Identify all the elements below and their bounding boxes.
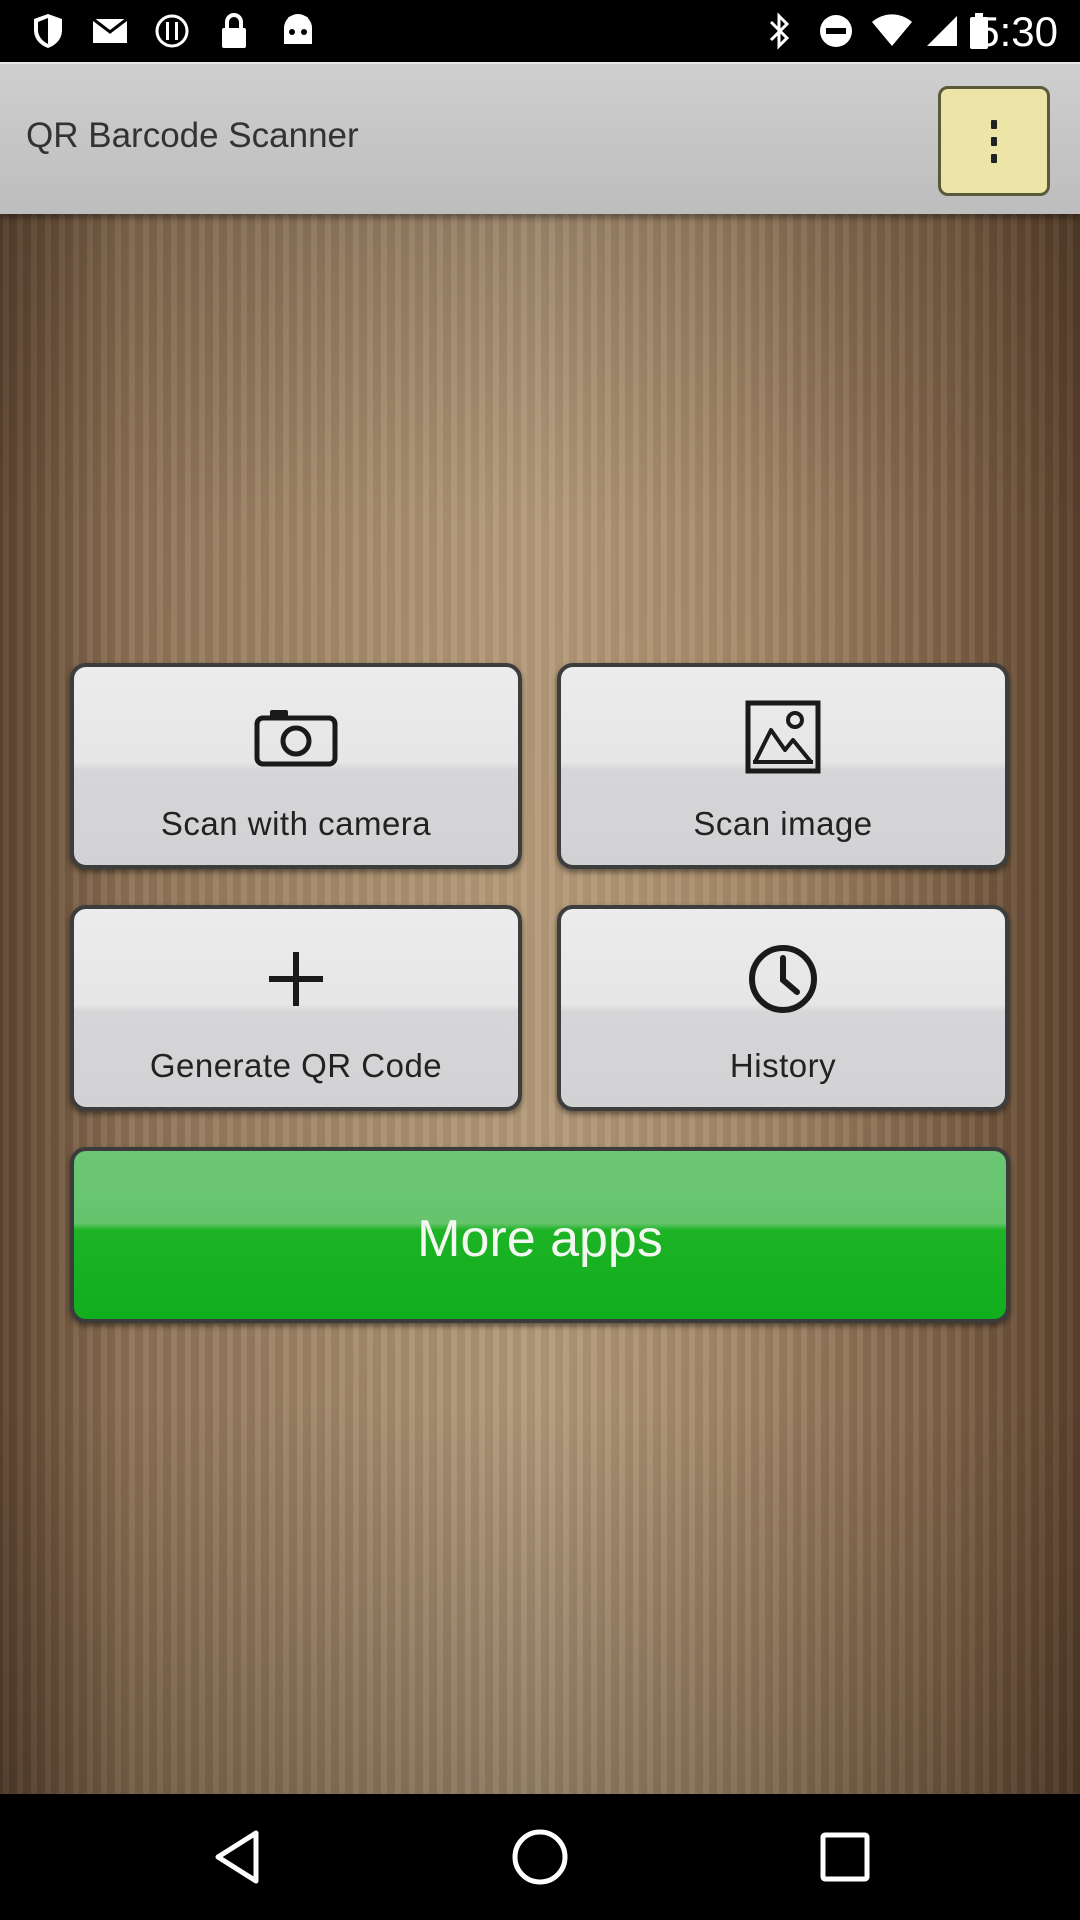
signal-icon (924, 12, 960, 50)
camera-icon (251, 697, 341, 777)
generate-qr-code-button[interactable]: Generate QR Code (70, 905, 522, 1111)
home-icon[interactable] (507, 1824, 573, 1890)
plus-icon (251, 939, 341, 1019)
overflow-menu-button[interactable] (938, 86, 1050, 196)
image-icon (738, 697, 828, 777)
scan-image-button[interactable]: Scan image (557, 663, 1009, 869)
wifi-icon (870, 12, 914, 50)
more-apps-button[interactable]: More apps (70, 1147, 1010, 1323)
scan-with-camera-button[interactable]: Scan with camera (70, 663, 522, 869)
history-button[interactable]: History (557, 905, 1009, 1111)
bluetooth-icon (762, 12, 798, 50)
clock-time: 5:30 (976, 8, 1058, 55)
clock-icon (738, 939, 828, 1019)
navigation-bar (0, 1794, 1080, 1920)
recents-icon[interactable] (812, 1824, 878, 1890)
app-title: QR Barcode Scanner (26, 116, 359, 155)
info-icon (152, 12, 192, 50)
shield-icon (28, 12, 68, 50)
mail-icon (90, 12, 130, 50)
do-not-disturb-icon (816, 12, 856, 50)
tile-label: History (729, 1047, 837, 1084)
android-icon (278, 12, 318, 50)
lock-icon (214, 12, 254, 50)
tile-label: Scan with camera (160, 805, 432, 842)
tile-label: Generate QR Code (149, 1047, 443, 1084)
back-icon[interactable] (204, 1824, 270, 1890)
status-bar: 5:30 (0, 0, 1080, 62)
tile-label: Scan image (693, 805, 873, 842)
more-apps-label: More apps (417, 1210, 663, 1268)
more-vert-icon (991, 119, 997, 163)
action-bar: QR Barcode Scanner (0, 62, 1080, 214)
